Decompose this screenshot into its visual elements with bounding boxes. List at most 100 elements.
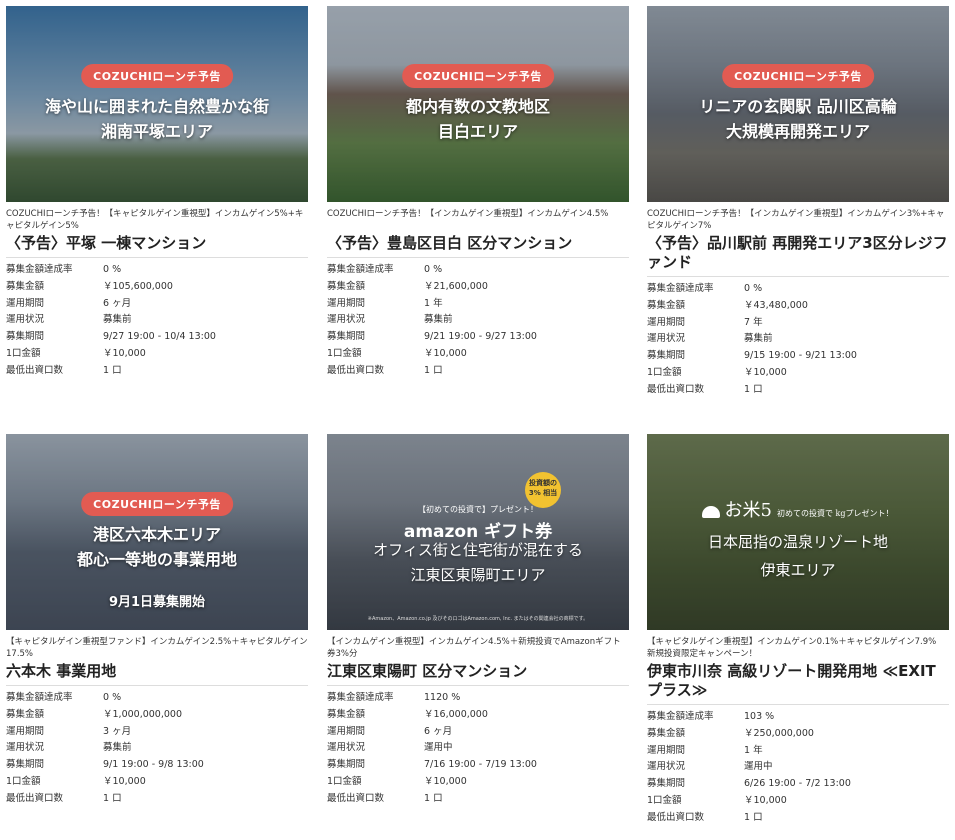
fund-details: 募集金額達成率 0 % 募集金額 ￥1,000,000,000 運用期間 3 ヶ月 運… [6, 690, 308, 808]
detail-row: 最低出資口数 1 口 [6, 363, 308, 380]
detail-row: 運用期間 6 ヶ月 [327, 724, 629, 741]
trademark-note: ※Amazon、Amazon.co.jp 及びそのロゴはAmazon.com, … [367, 616, 589, 622]
detail-value: ￥1,000,000,000 [103, 708, 183, 720]
detail-row: 最低出資口数 1 口 [327, 791, 629, 808]
detail-row: 運用状況 募集前 [647, 331, 949, 348]
detail-label: 運用期間 [647, 744, 686, 756]
fund-details: 募集金額達成率 103 % 募集金額 ￥250,000,000 運用期間 1 年 運用… [647, 709, 949, 827]
banner-caption-line: 伊東エリア [760, 561, 836, 579]
detail-value: 9/15 19:00 - 9/21 13:00 [744, 350, 857, 362]
detail-value: 6 ヶ月 [424, 725, 453, 737]
fund-name-link[interactable]: 〈予告〉品川駅前 再開発エリア3区分レジファンド [647, 234, 949, 277]
detail-value: ￥10,000 [103, 775, 146, 787]
fund-banner-image[interactable]: COZUCHIローンチ予告 港区六本木エリア 都心一等地の事業用地 9月1日募集… [6, 434, 308, 630]
detail-row: 募集金額 ￥43,480,000 [647, 298, 949, 315]
detail-row: 募集金額達成率 0 % [6, 690, 308, 707]
fund-name-link[interactable]: 江東区東陽町 区分マンション [327, 662, 629, 686]
fund-card[interactable]: COZUCHIローンチ予告 リニアの玄関駅 品川区高輪 大規模再開発エリア CO… [647, 6, 949, 399]
banner-caption: リニアの玄関駅 品川区高輪 大規模再開発エリア [647, 94, 949, 144]
fund-name-link[interactable]: 六本木 事業用地 [6, 662, 308, 686]
detail-label: 運用状況 [327, 742, 366, 754]
detail-row: 運用期間 6 ヶ月 [6, 296, 308, 313]
detail-row: 募集金額達成率 1120 % [327, 690, 629, 707]
fund-name-link[interactable]: 〈予告〉豊島区目白 区分マンション [327, 234, 629, 258]
detail-row: 運用状況 運用中 [647, 759, 949, 776]
detail-value: 9/1 19:00 - 9/8 13:00 [103, 759, 204, 771]
detail-label: 最低出資口数 [6, 364, 64, 376]
banner-caption: 港区六本木エリア 都心一等地の事業用地 [6, 522, 308, 572]
fund-card[interactable]: COZUCHIローンチ予告 海や山に囲まれた自然豊かな街 湘南平塚エリア COZ… [6, 6, 308, 380]
detail-value: 9/21 19:00 - 9/27 13:00 [424, 331, 537, 343]
detail-row: 募集金額達成率 0 % [6, 262, 308, 279]
fund-name-link[interactable]: 〈予告〉平塚 一棟マンション [6, 234, 308, 258]
promo-main: お米5 [724, 500, 772, 521]
banner-caption-line: 都内有数の文教地区 [405, 97, 550, 116]
detail-label: 募集期間 [647, 350, 686, 362]
detail-label: 募集金額達成率 [6, 264, 73, 275]
detail-value: 6 ヶ月 [103, 297, 132, 309]
detail-value: ￥10,000 [424, 775, 467, 787]
detail-label: 募集金額 [6, 280, 45, 292]
detail-label: 募集金額達成率 [327, 264, 394, 275]
detail-row: 募集金額 ￥21,600,000 [327, 279, 629, 296]
detail-label: 募集金額 [327, 708, 366, 720]
detail-row: 最低出資口数 1 口 [327, 363, 629, 380]
detail-value: ￥105,600,000 [103, 280, 173, 292]
detail-value: 103 % [744, 711, 775, 722]
promo-pretext: 【初めての投資で】プレゼント！ [418, 505, 538, 514]
fund-name-link[interactable]: 伊東市川奈 高級リゾート開発用地 ≪EXITプラス≫ [647, 662, 949, 705]
detail-label: 最低出資口数 [647, 383, 705, 395]
detail-row: 1口金額 ￥10,000 [327, 774, 629, 791]
detail-label: 募集金額達成率 [647, 711, 714, 722]
banner-caption-line: 海や山に囲まれた自然豊かな街 [44, 97, 269, 116]
detail-row: 募集金額 ￥1,000,000,000 [6, 707, 308, 724]
fund-banner-image[interactable]: COZUCHIローンチ予告 都内有数の文教地区 目白エリア [327, 6, 629, 202]
fund-banner-image[interactable]: COZUCHIローンチ予告 リニアの玄関駅 品川区高輪 大規模再開発エリア [647, 6, 949, 202]
detail-label: 募集金額 [6, 708, 45, 720]
detail-row: 運用期間 1 年 [647, 743, 949, 760]
detail-row: 運用状況 募集前 [6, 740, 308, 757]
detail-label: 運用期間 [6, 297, 45, 309]
detail-value: 0 % [103, 264, 122, 275]
fund-details: 募集金額達成率 0 % 募集金額 ￥21,600,000 運用期間 1 年 運用状況募… [327, 262, 629, 380]
fund-card[interactable]: お米5 初めての投資で kgプレゼント！ 日本屈指の温泉リゾート地 伊東エリア … [647, 434, 949, 827]
banner-caption-line: 江東区東陽町エリア [410, 566, 546, 584]
detail-value: ￥10,000 [424, 347, 467, 359]
detail-row: 募集金額 ￥16,000,000 [327, 707, 629, 724]
fund-details: 募集金額達成率 0 % 募集金額 ￥43,480,000 運用期間 7 年 運用状況募… [647, 281, 949, 399]
detail-row: 募集金額達成率 0 % [647, 281, 949, 298]
fund-banner-image[interactable]: 【初めての投資で】プレゼント！ amazon ギフト券 投資額の 3% 相当 オ… [327, 434, 629, 630]
detail-label: 最低出資口数 [6, 792, 64, 804]
banner-caption-line: 大規模再開発エリア [725, 122, 870, 141]
banner-caption-line: 目白エリア [437, 122, 518, 141]
detail-label: 募集金額達成率 [6, 692, 73, 703]
fund-subtitle: COZUCHIローンチ予告！【インカムゲイン重視型】インカムゲイン3%+キャピタ… [647, 209, 945, 231]
detail-row: 運用期間 1 年 [327, 296, 629, 313]
detail-label: 1口金額 [327, 347, 362, 359]
launch-notice-badge: COZUCHIローンチ予告 [81, 64, 233, 88]
detail-label: 運用状況 [647, 333, 686, 345]
detail-value: 運用中 [744, 761, 773, 773]
detail-label: 最低出資口数 [327, 792, 385, 804]
fund-details: 募集金額達成率 0 % 募集金額 ￥105,600,000 運用期間 6 ヶ月 運用状… [6, 262, 308, 380]
detail-label: 運用状況 [6, 742, 45, 754]
fund-card[interactable]: 【初めての投資で】プレゼント！ amazon ギフト券 投資額の 3% 相当 オ… [327, 434, 629, 808]
detail-value: ￥10,000 [744, 366, 787, 378]
fund-listing-grid: COZUCHIローンチ予告 海や山に囲まれた自然豊かな街 湘南平塚エリア COZ… [0, 0, 955, 840]
fund-banner-image[interactable]: COZUCHIローンチ予告 海や山に囲まれた自然豊かな街 湘南平塚エリア [6, 6, 308, 202]
detail-value: 3 ヶ月 [103, 725, 132, 737]
fund-banner-image[interactable]: お米5 初めての投資で kgプレゼント！ 日本屈指の温泉リゾート地 伊東エリア [647, 434, 949, 630]
banner-caption-line: 日本屈指の温泉リゾート地 [707, 533, 888, 551]
detail-value: 1 年 [744, 744, 763, 756]
detail-label: 募集金額 [327, 280, 366, 292]
fund-subtitle: 【インカムゲイン重視型】インカムゲイン4.5%＋新規投資でAmazonギフト券3… [327, 637, 621, 659]
fund-card[interactable]: COZUCHIローンチ予告 港区六本木エリア 都心一等地の事業用地 9月1日募集… [6, 434, 308, 808]
detail-row: 1口金額 ￥10,000 [647, 365, 949, 382]
promo-block: お米5 初めての投資で kgプレゼント！ [647, 496, 949, 522]
detail-row: 運用状況 募集前 [6, 312, 308, 329]
fund-subtitle: COZUCHIローンチ予告！【キャピタルゲイン重視型】インカムゲイン5%+キャピ… [6, 209, 304, 231]
detail-row: 募集期間 7/16 19:00 - 7/19 13:00 [327, 757, 629, 774]
fund-card[interactable]: COZUCHIローンチ予告 都内有数の文教地区 目白エリア COZUCHIローン… [327, 6, 629, 380]
detail-value: ￥250,000,000 [744, 727, 814, 739]
detail-label: 1口金額 [647, 366, 682, 378]
